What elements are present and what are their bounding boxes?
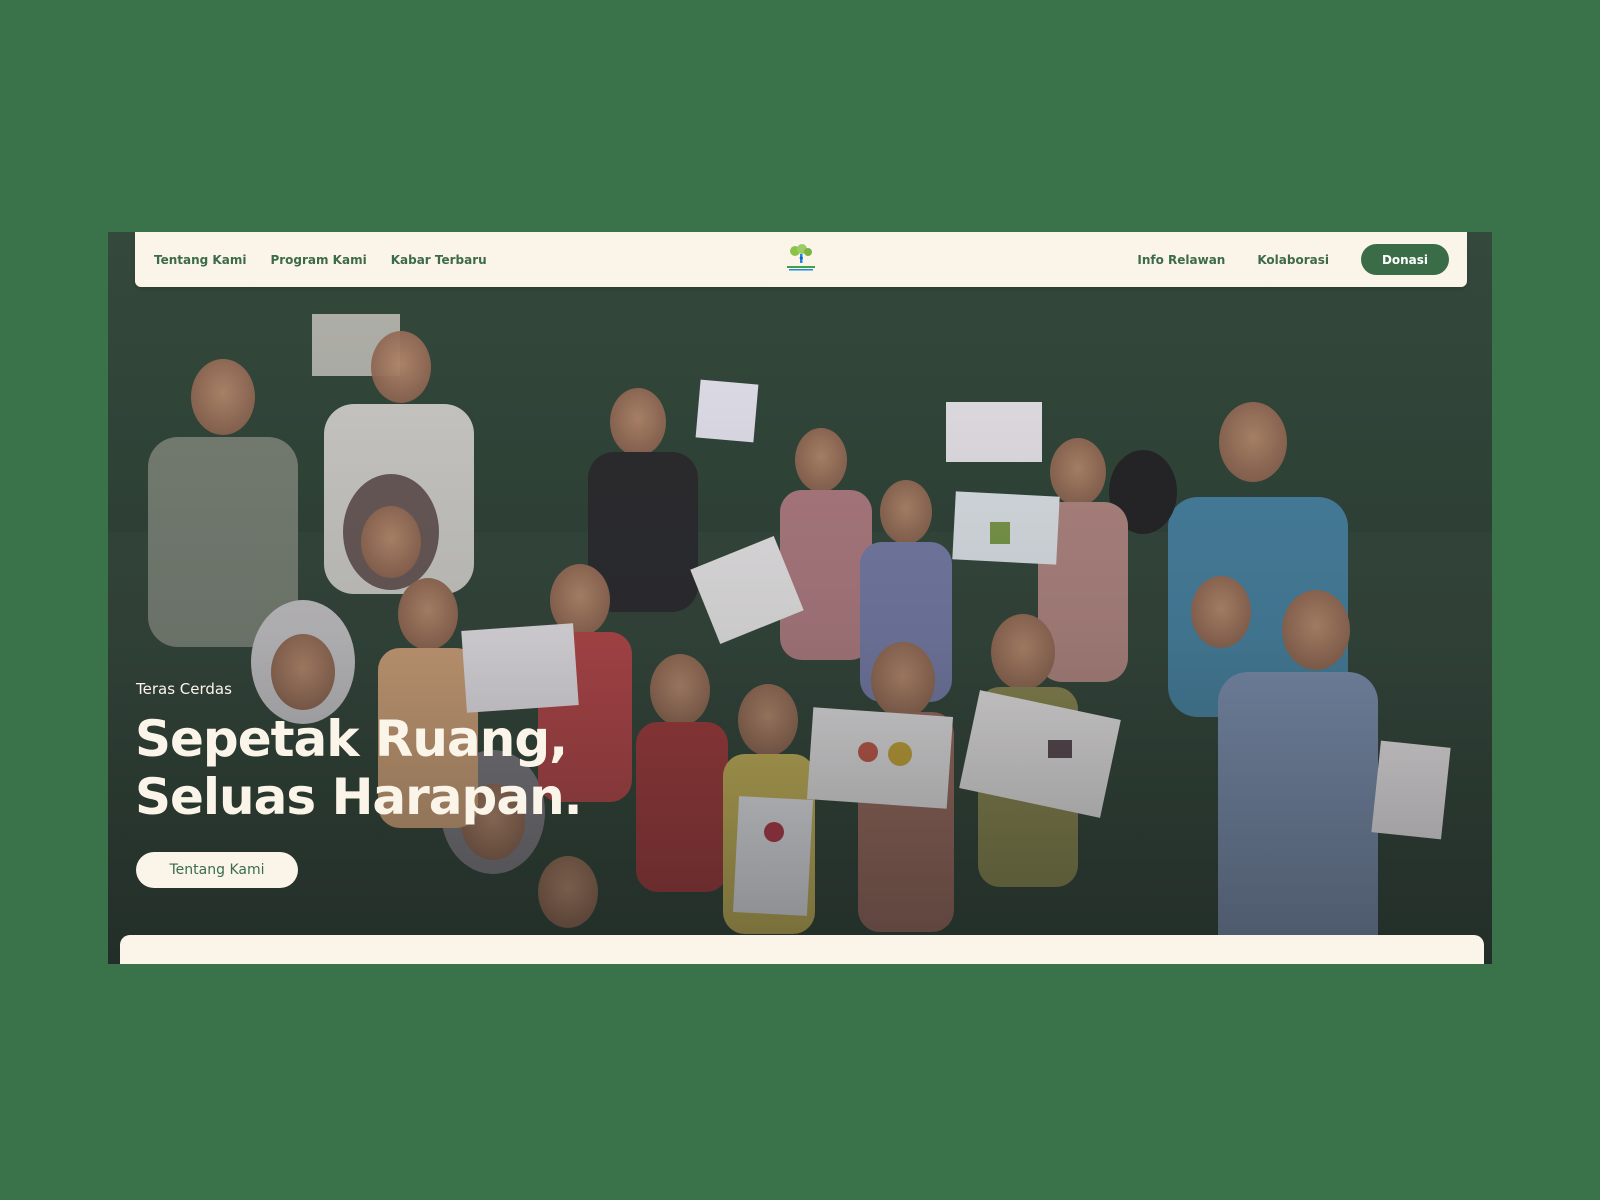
hero-title-line-1: Sepetak Ruang, xyxy=(135,710,568,768)
nav-link-program-kami[interactable]: Program Kami xyxy=(270,253,366,267)
nav-link-info-relawan[interactable]: Info Relawan xyxy=(1137,253,1225,267)
nav-left-links: Tentang Kami Program Kami Kabar Terbaru xyxy=(154,232,487,287)
donate-button[interactable]: Donasi xyxy=(1361,244,1449,275)
nav-link-tentang-kami[interactable]: Tentang Kami xyxy=(154,253,246,267)
nav-right-links: Info Relawan Kolaborasi Donasi xyxy=(1137,232,1449,287)
hero-overlay xyxy=(108,232,1492,964)
hero-title-line-2: Seluas Harapan. xyxy=(135,768,583,826)
content-card-top xyxy=(120,935,1484,964)
nav-link-kabar-terbaru[interactable]: Kabar Terbaru xyxy=(391,253,487,267)
nav-link-kolaborasi[interactable]: Kolaborasi xyxy=(1257,253,1329,267)
tree-logo-icon[interactable] xyxy=(781,244,821,274)
hero-eyebrow: Teras Cerdas xyxy=(136,680,232,698)
website-frame: Tentang Kami Program Kami Kabar Terbaru … xyxy=(108,232,1492,964)
tentang-kami-button[interactable]: Tentang Kami xyxy=(136,852,298,888)
navbar: Tentang Kami Program Kami Kabar Terbaru … xyxy=(135,232,1467,287)
hero-title: Sepetak Ruang, Seluas Harapan. xyxy=(135,710,583,826)
